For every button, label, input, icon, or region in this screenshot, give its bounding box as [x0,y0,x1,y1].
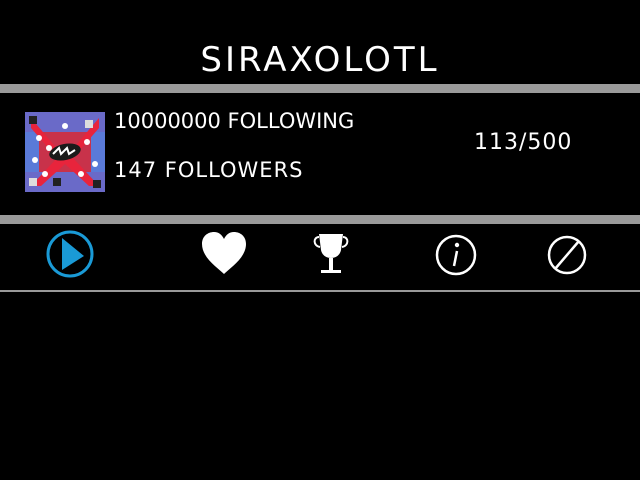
tabs-divider [0,215,640,224]
avatar[interactable] [25,112,105,192]
following-count[interactable]: 10000000 FOLLOWING [114,109,354,133]
progress-count: 113/500 [474,130,573,155]
header-divider [0,84,640,93]
block-icon [541,228,593,280]
tab-info[interactable] [428,228,484,280]
followers-count[interactable]: 147 FOLLOWERS [114,158,304,182]
tab-favorites[interactable] [196,228,252,280]
play-icon [44,228,96,280]
trophy-icon [305,228,357,280]
content-divider [0,290,640,292]
username-title: SIRAXOLOTL [200,40,440,80]
tab-play[interactable] [42,228,98,280]
tab-achievements[interactable] [303,228,359,280]
info-icon [430,228,482,280]
tab-blocked[interactable] [539,228,595,280]
heart-icon [198,228,250,280]
